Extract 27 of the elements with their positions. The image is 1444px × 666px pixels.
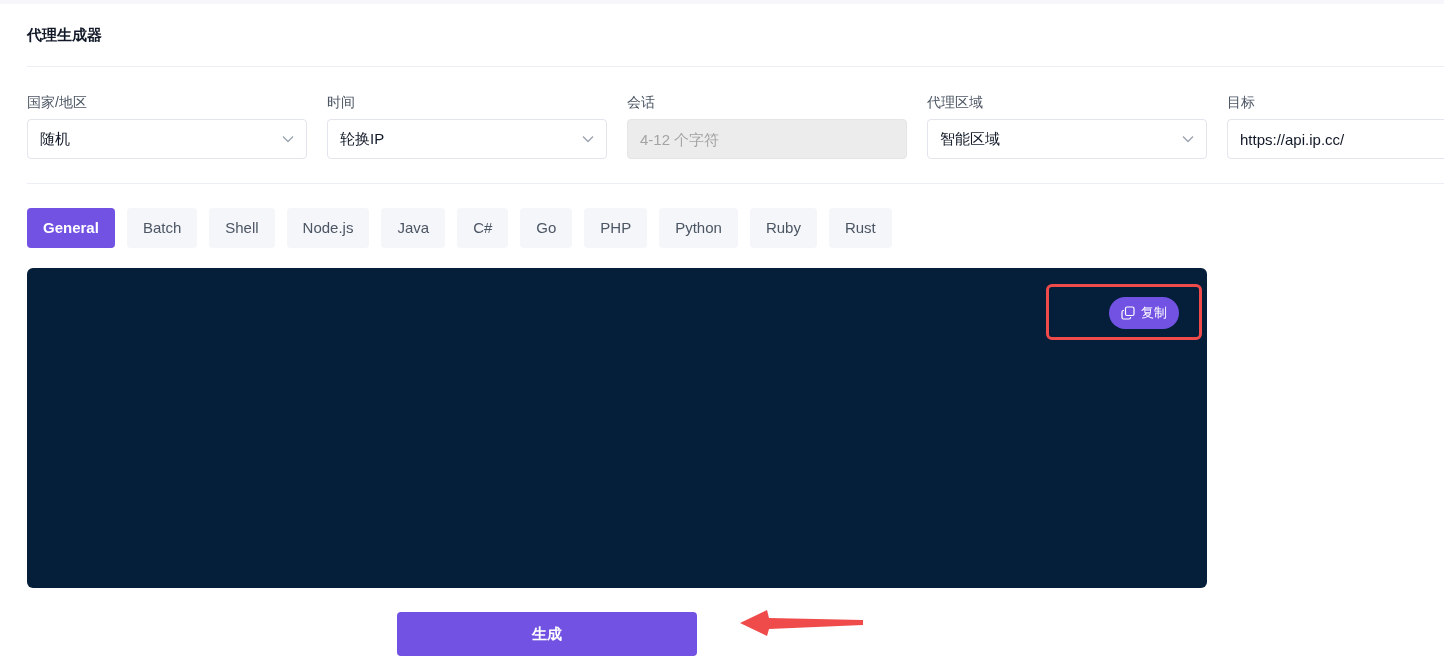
dropdown[interactable]: 随机: [27, 119, 307, 159]
language-tab[interactable]: Go: [520, 208, 573, 248]
language-tab[interactable]: Rust: [828, 208, 892, 248]
language-tab[interactable]: Shell: [209, 208, 275, 248]
input-field[interactable]: https://api.ip.cc/: [1227, 119, 1444, 159]
chevron-down-icon: [582, 135, 594, 143]
field-label: 国家/地区: [27, 93, 88, 112]
field-label: 会话: [627, 93, 656, 112]
dropdown[interactable]: 轮换IP: [327, 119, 607, 159]
copy-icon: [1121, 306, 1135, 320]
language-tab[interactable]: C#: [457, 208, 509, 248]
chevron-down-icon: [1182, 135, 1194, 143]
field-label: 时间: [327, 93, 356, 112]
language-tab[interactable]: Python: [659, 208, 738, 248]
language-tab[interactable]: PHP: [584, 208, 648, 248]
page-title: 代理生成器: [27, 24, 102, 45]
language-tab[interactable]: Java: [381, 208, 446, 248]
field-label: 目标: [1227, 93, 1256, 112]
language-tab[interactable]: Node.js: [286, 208, 370, 248]
copy-button[interactable]: 复制: [1109, 297, 1179, 329]
language-tab[interactable]: Batch: [126, 208, 198, 248]
generate-button[interactable]: 生成: [397, 612, 697, 656]
dropdown[interactable]: 智能区域: [927, 119, 1207, 159]
field-label: 代理区域: [927, 93, 984, 112]
language-tab[interactable]: Ruby: [749, 208, 817, 248]
chevron-down-icon: [282, 135, 294, 143]
language-tab[interactable]: General: [27, 208, 115, 248]
